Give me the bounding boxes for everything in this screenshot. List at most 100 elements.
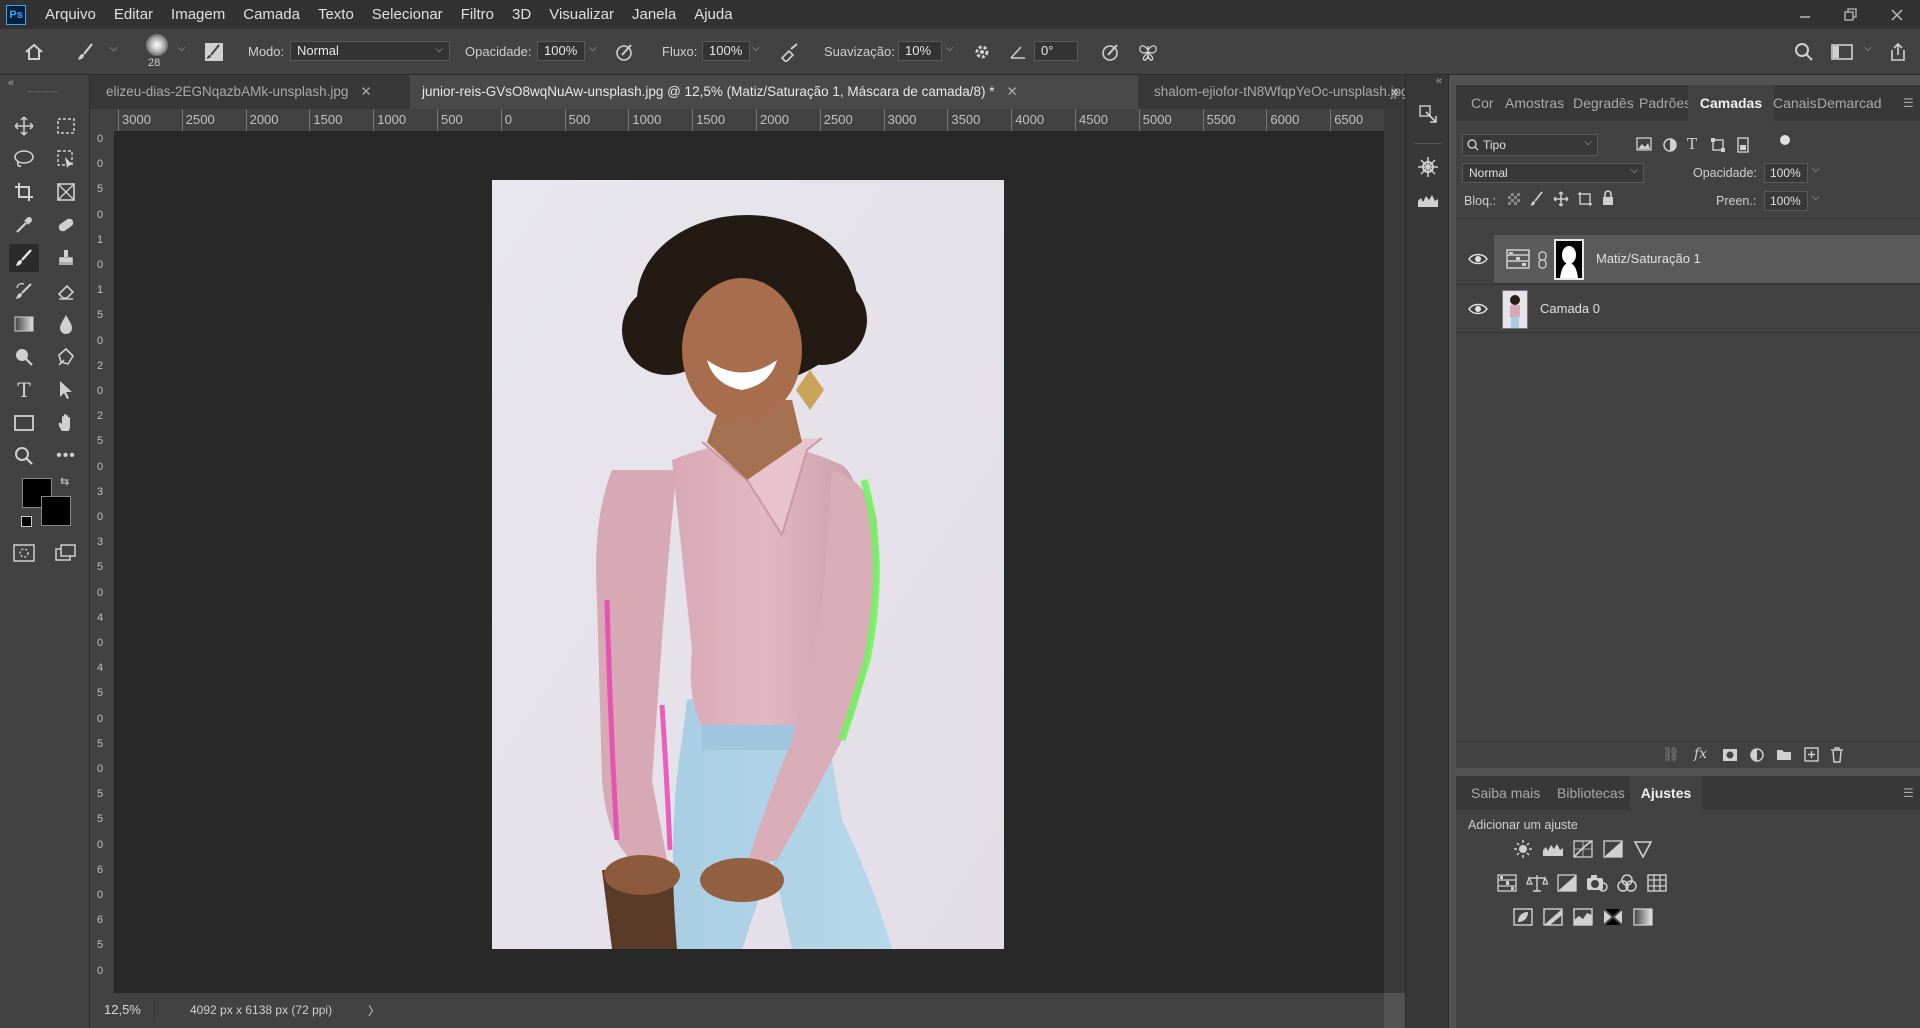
type-tool[interactable]: T <box>9 376 39 404</box>
smoothing-options-button[interactable] <box>970 40 994 64</box>
tab-ajustes[interactable]: Ajustes <box>1630 776 1702 810</box>
smoothing-field[interactable]: 10% <box>898 41 942 61</box>
layer-row-hue-saturation[interactable]: Matiz/Saturação 1 <box>1456 235 1920 284</box>
add-mask-icon[interactable] <box>1722 748 1738 765</box>
hand-tool[interactable] <box>51 409 81 437</box>
posterize-icon[interactable] <box>1542 906 1564 928</box>
airbrush-button[interactable] <box>778 40 802 64</box>
fill-field[interactable]: 100% <box>1764 191 1808 211</box>
quick-mask-button[interactable] <box>9 539 39 567</box>
lock-all-icon[interactable] <box>1601 190 1615 209</box>
opacity-field[interactable]: 100% <box>537 41 585 61</box>
close-icon[interactable]: ✕ <box>360 84 371 99</box>
filter-toggle[interactable] <box>1780 135 1790 145</box>
eye-icon[interactable] <box>1468 300 1488 318</box>
close-icon[interactable]: ✕ <box>1006 84 1017 99</box>
filter-adjustment-icon[interactable] <box>1662 137 1678 156</box>
new-group-icon[interactable] <box>1776 748 1792 764</box>
hue-saturation-adj-icon[interactable] <box>1496 872 1518 894</box>
eye-icon[interactable] <box>1468 250 1488 268</box>
tab-camadas[interactable]: Camadas <box>1688 85 1774 121</box>
filter-smart-icon[interactable] <box>1735 137 1751 156</box>
tab-saiba-mais[interactable]: Saiba mais <box>1464 776 1547 810</box>
path-selection-tool[interactable] <box>51 376 81 404</box>
brush-tip-preview[interactable] <box>146 34 168 56</box>
eyedropper-tool[interactable] <box>9 211 39 239</box>
chevron-down-icon[interactable]: ⌵ <box>1812 164 1820 175</box>
healing-brush-tool[interactable] <box>51 211 81 239</box>
workspace-button[interactable] <box>1830 40 1854 64</box>
history-panel-button[interactable] <box>1416 103 1440 127</box>
collapse-icon[interactable]: « <box>8 77 14 89</box>
object-selection-tool[interactable] <box>51 145 81 173</box>
lock-transparency-icon[interactable] <box>1508 193 1520 205</box>
collapse-icon[interactable]: « <box>1436 75 1442 87</box>
clone-stamp-tool[interactable] <box>51 244 81 272</box>
photo-filter-icon[interactable] <box>1586 872 1608 894</box>
doc-tab-elizeu[interactable]: elizeu-dias-2EGNqazbAMk-unsplash.jpg ✕ <box>94 75 410 109</box>
lock-artboard-icon[interactable] <box>1577 191 1593 210</box>
gradient-tool[interactable] <box>9 310 39 338</box>
brightness-contrast-icon[interactable] <box>1512 838 1534 860</box>
chevron-down-icon[interactable]: ⌵ <box>1864 43 1872 54</box>
link-chain-icon[interactable] <box>1538 251 1548 269</box>
new-layer-icon[interactable] <box>1804 747 1819 765</box>
chevron-down-icon[interactable]: ⌵ <box>110 43 118 54</box>
chevron-down-icon[interactable]: ⌵ <box>589 43 597 54</box>
menu-texto[interactable]: Texto <box>309 0 363 29</box>
brush-preset-button[interactable] <box>74 40 98 64</box>
chevron-down-icon[interactable]: ⌵ <box>1812 192 1820 203</box>
link-layers-icon[interactable]: ⛓ <box>1662 746 1680 763</box>
restore-button[interactable] <box>1828 0 1874 29</box>
menu-janela[interactable]: Janela <box>623 0 685 29</box>
search-button[interactable] <box>1792 40 1816 64</box>
zoom-level[interactable]: 12,5% <box>104 1002 141 1017</box>
default-colors-icon[interactable] <box>21 516 32 527</box>
curves-icon[interactable] <box>1572 838 1594 860</box>
zoom-tool[interactable] <box>9 442 39 470</box>
close-window-button[interactable] <box>1874 0 1920 29</box>
trash-icon[interactable] <box>1830 747 1844 766</box>
lock-position-icon[interactable] <box>1553 191 1569 210</box>
layer-filter-select[interactable]: Tipo ⌵ <box>1462 134 1598 156</box>
menu-visualizar[interactable]: Visualizar <box>540 0 623 29</box>
navigator-panel-button[interactable] <box>1416 155 1440 179</box>
lasso-tool[interactable] <box>9 145 39 173</box>
chevron-down-icon[interactable]: ⌵ <box>752 43 760 54</box>
layer-opacity-field[interactable]: 100% <box>1764 163 1808 183</box>
panel-menu-icon[interactable]: ☰ <box>1903 786 1914 800</box>
more-tools-button[interactable]: ••• <box>51 442 81 470</box>
minimize-button[interactable] <box>1782 0 1828 29</box>
document-info[interactable]: 4092 px x 6138 px (72 ppi) <box>190 1003 332 1017</box>
tab-amostras[interactable]: Amostras <box>1498 85 1571 121</box>
symmetry-button[interactable] <box>1136 40 1160 64</box>
menu-camada[interactable]: Camada <box>234 0 309 29</box>
threshold-icon[interactable] <box>1572 906 1594 928</box>
menu-imagem[interactable]: Imagem <box>162 0 234 29</box>
menu-selecionar[interactable]: Selecionar <box>363 0 452 29</box>
layer-mask-thumbnail[interactable] <box>1554 239 1584 280</box>
levels-icon[interactable] <box>1542 838 1564 860</box>
chevron-down-icon[interactable]: ⌵ <box>178 43 186 54</box>
menu-arquivo[interactable]: Arquivo <box>36 0 105 29</box>
layer-thumbnail[interactable] <box>1502 290 1528 329</box>
brush-settings-button[interactable] <box>202 40 226 64</box>
histogram-panel-button[interactable] <box>1416 188 1440 212</box>
channel-mixer-icon[interactable] <box>1616 872 1638 894</box>
tab-degrades[interactable]: Degradês <box>1566 85 1641 121</box>
brush-tool[interactable] <box>9 244 39 272</box>
lock-pixels-icon[interactable] <box>1530 191 1544 210</box>
screen-mode-button[interactable] <box>51 539 81 567</box>
pressure-opacity-button[interactable] <box>612 40 636 64</box>
home-button[interactable] <box>22 40 46 64</box>
background-color-swatch[interactable] <box>41 496 71 526</box>
fx-icon[interactable]: fx <box>1694 746 1707 762</box>
layer-row-camada-0[interactable]: Camada 0 <box>1456 284 1920 333</box>
menu-ajuda[interactable]: Ajuda <box>685 0 741 29</box>
menu-editar[interactable]: Editar <box>105 0 162 29</box>
tab-cor[interactable]: Cor <box>1464 85 1501 121</box>
gradient-map-icon[interactable] <box>1632 906 1654 928</box>
angle-field[interactable]: 0° <box>1034 41 1078 61</box>
blend-mode-select[interactable]: Normal ⌵ <box>1462 163 1644 183</box>
marquee-tool[interactable] <box>51 112 81 140</box>
